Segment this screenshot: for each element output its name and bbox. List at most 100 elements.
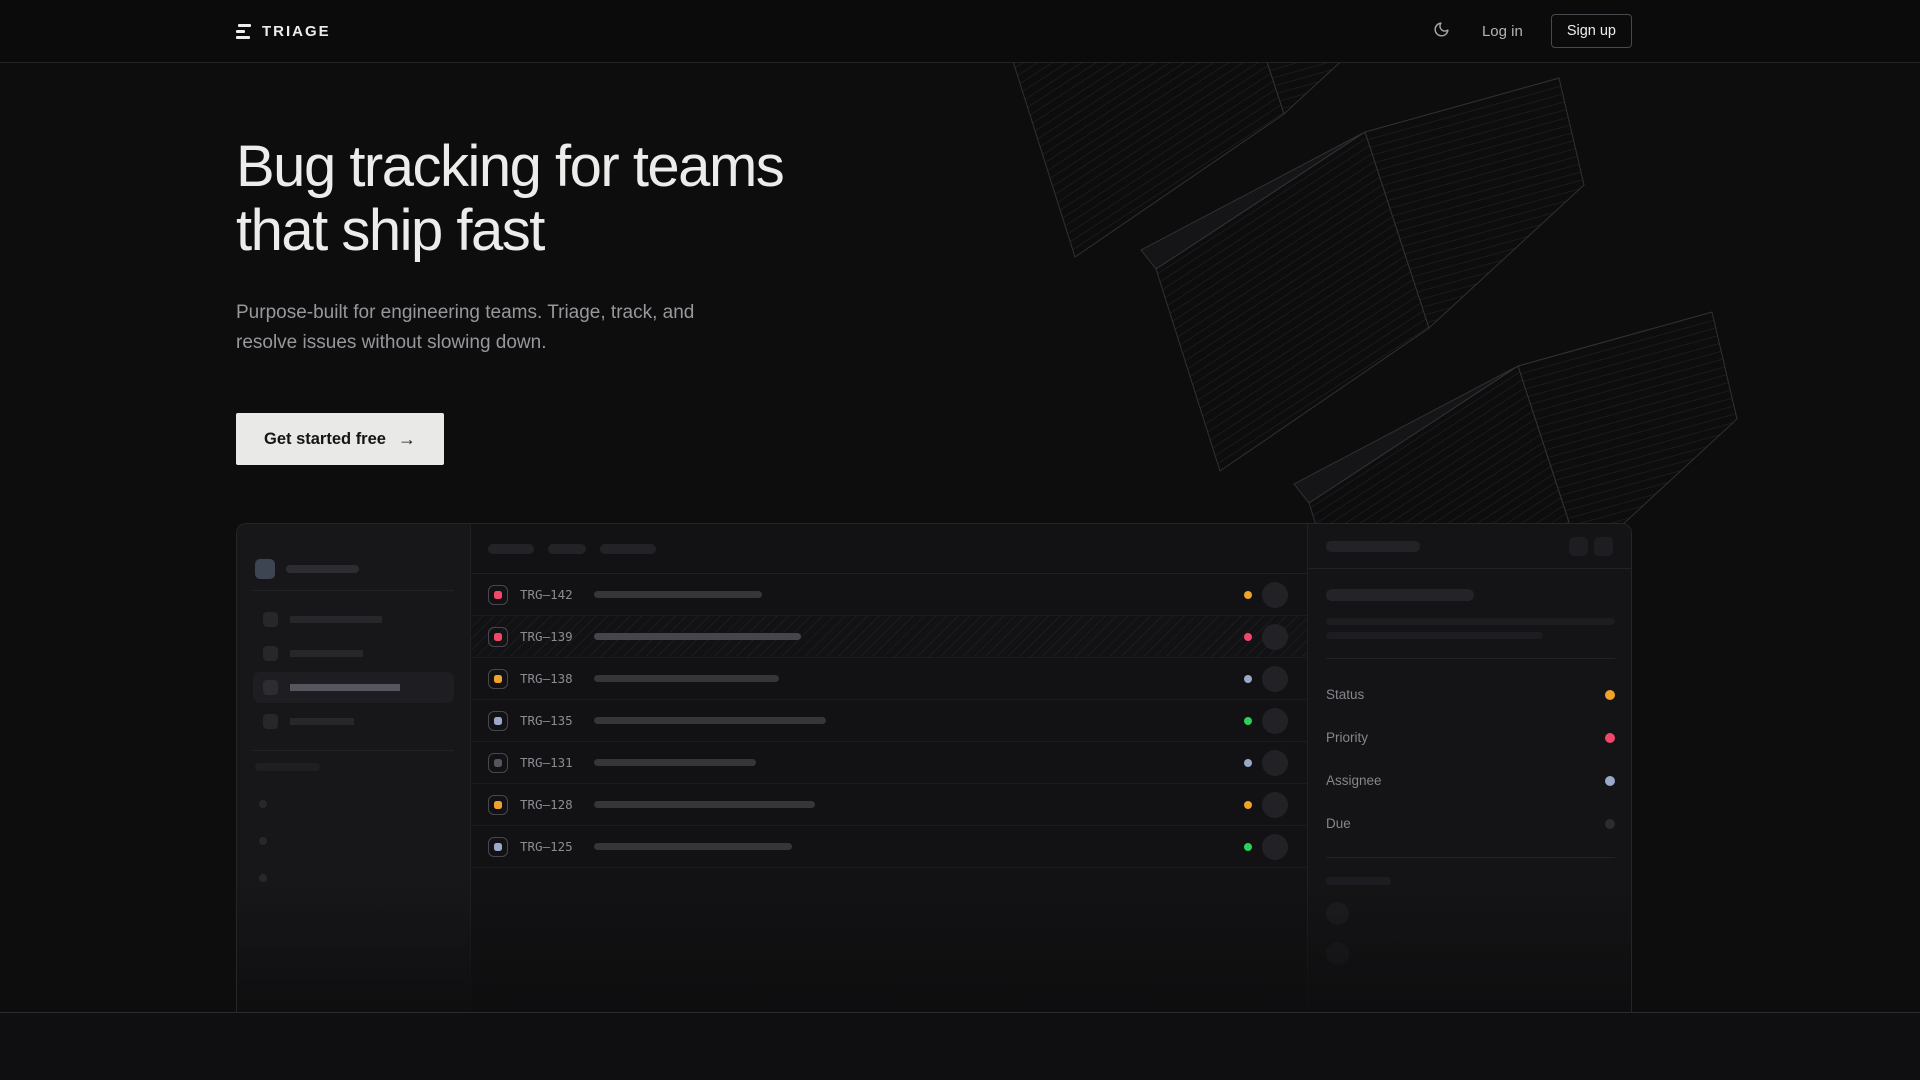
filter-tab-placeholder [548,544,586,554]
issue-row: TRG–142 [471,574,1307,616]
detail-field-value-dot [1605,819,1615,829]
status-dot [1244,717,1252,725]
issue-id: TRG–128 [520,797,586,812]
mockup-issue-list: TRG–142 TRG–139 TRG–138 TRG–135 TRG–131 TRG–1… [471,524,1307,1012]
detail-field-row: Due [1326,816,1615,831]
issue-row-meta [1244,834,1288,860]
top-nav: TRIAGE Log in Sign up [0,0,1920,63]
assignee-avatar [1262,624,1288,650]
activity-avatar-placeholder [1326,902,1349,925]
hero-section: Bug tracking for teams that ship fast Pu… [0,63,1920,1012]
sidebar-icon-placeholder [263,612,278,627]
mockup-detail-panel: StatusPriorityAssigneeDue [1307,524,1632,1012]
issue-type-icon [488,669,508,689]
moon-icon [1433,21,1450,41]
issue-id: TRG–139 [520,629,586,644]
divider [1326,857,1615,858]
detail-field-value-dot [1605,733,1615,743]
issue-row-meta [1244,792,1288,818]
arrow-right-icon: → [398,429,416,450]
detail-panel-body: StatusPriorityAssigneeDue [1308,569,1632,831]
detail-field-label: Priority [1326,730,1368,745]
issue-type-icon [488,585,508,605]
activity-avatar-placeholder [1326,942,1349,965]
detail-field-label: Status [1326,687,1364,702]
issue-title-placeholder [1326,589,1474,601]
issue-type-dot [494,675,502,683]
sidebar-dot-placeholder [259,874,267,882]
panel-action-button-placeholder [1569,537,1588,556]
issue-type-icon [488,627,508,647]
panel-action-button-placeholder [1594,537,1613,556]
issue-type-icon [488,711,508,731]
issue-type-dot [494,759,502,767]
assignee-avatar [1262,708,1288,734]
issue-id: TRG–138 [520,671,586,686]
issue-id: TRG–142 [520,587,586,602]
filter-tab-placeholder [600,544,656,554]
issue-row: TRG–135 [471,700,1307,742]
divider [1326,658,1615,659]
issue-id: TRG–135 [520,713,586,728]
detail-panel-header [1308,524,1632,569]
login-link[interactable]: Log in [1482,23,1523,40]
issue-row-meta [1244,666,1288,692]
assignee-avatar [1262,666,1288,692]
divider [253,750,454,751]
issue-row: TRG–131 [471,742,1307,784]
sidebar-item-placeholder [253,604,454,635]
issue-id: TRG–125 [520,839,586,854]
issue-title-placeholder [594,675,779,682]
issue-title-placeholder [594,717,826,724]
mockup-workspace-switcher [253,524,454,590]
sidebar-icon-placeholder [263,646,278,661]
sidebar-dot-placeholder [259,800,267,808]
issue-title-placeholder [594,591,762,598]
triage-logo-icon [236,24,251,39]
status-dot [1244,843,1252,851]
issue-type-icon [488,837,508,857]
sidebar-icon-placeholder [263,680,278,695]
brand-name: TRIAGE [262,23,331,40]
issue-row-meta [1244,624,1288,650]
issue-title-placeholder [594,759,756,766]
activity-label-placeholder [1326,877,1391,885]
description-line-placeholder [1326,618,1615,625]
get-started-label: Get started free [264,430,386,449]
issue-type-dot [494,591,502,599]
status-dot [1244,633,1252,641]
issue-title-placeholder [594,801,815,808]
detail-field-row: Status [1326,687,1615,702]
detail-field-value-dot [1605,776,1615,786]
detail-field-value-dot [1605,690,1615,700]
workspace-logo-placeholder [255,559,275,579]
mockup-sidebar [237,524,471,1012]
sidebar-section-label-placeholder [255,763,320,771]
issue-title-placeholder [594,633,801,640]
theme-toggle-button[interactable] [1429,17,1454,45]
signup-button[interactable]: Sign up [1551,14,1632,48]
detail-field-row: Priority [1326,730,1615,745]
assignee-avatar [1262,750,1288,776]
issue-row: TRG–139 [471,616,1307,658]
footer [0,1012,1920,1080]
issue-row: TRG–125 [471,826,1307,868]
assignee-avatar [1262,792,1288,818]
app-mockup: TRG–142 TRG–139 TRG–138 TRG–135 TRG–131 TRG–1… [236,523,1632,1012]
detail-field-label: Due [1326,816,1351,831]
issue-type-dot [494,801,502,809]
sidebar-dot-placeholder [259,837,267,845]
issue-title-placeholder [594,843,792,850]
filter-tab-placeholder [488,544,534,554]
issue-id: TRG–131 [520,755,586,770]
get-started-button[interactable]: Get started free → [236,413,444,465]
brand[interactable]: TRIAGE [236,23,331,40]
issue-list-header [471,524,1307,574]
hero-title-line2: that ship fast [236,198,544,263]
workspace-name-placeholder [286,565,359,573]
detail-panel-activity [1308,831,1632,965]
issue-row-meta [1244,582,1288,608]
hero-subtitle: Purpose-built for engineering teams. Tri… [236,298,1920,358]
detail-title-placeholder [1326,541,1420,552]
assignee-avatar [1262,834,1288,860]
